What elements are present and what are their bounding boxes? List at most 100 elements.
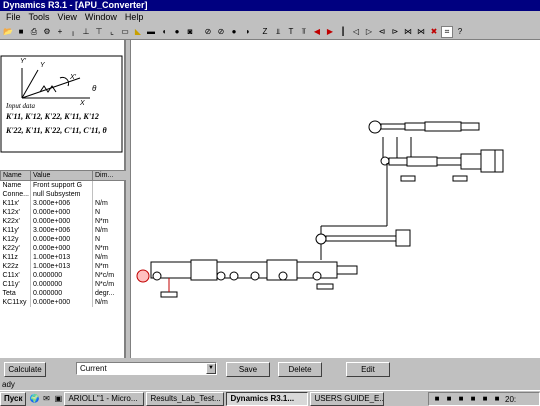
property-row[interactable]: C11y' 0.000000 N*c/m bbox=[0, 280, 127, 289]
property-value[interactable]: 3.000e+006 bbox=[30, 199, 93, 208]
lower-disk-3 bbox=[250, 271, 260, 281]
gear-icon[interactable]: ● bbox=[171, 26, 183, 38]
beam-icon[interactable]: ◣ bbox=[132, 26, 144, 38]
middle-block bbox=[395, 229, 411, 247]
task-results[interactable]: Results_Lab_Test... bbox=[146, 391, 225, 406]
property-row[interactable]: Teta 0.000000 degr... bbox=[0, 289, 127, 298]
property-value[interactable]: 0.000000 bbox=[30, 289, 93, 298]
task-dynamics[interactable]: Dynamics R3.1... bbox=[226, 391, 309, 406]
delete-button[interactable]: Delete bbox=[278, 362, 322, 377]
tee-down-icon[interactable]: ⊤ bbox=[93, 26, 105, 38]
chevron-down-icon[interactable]: ▼ bbox=[206, 363, 216, 374]
tee-icon[interactable]: T bbox=[285, 26, 297, 38]
property-row[interactable]: K11x' 3.000e+006 N/m bbox=[0, 199, 127, 208]
property-row[interactable]: K11z 1.000e+013 N/m bbox=[0, 253, 127, 262]
disk-icon[interactable]: ◖ bbox=[158, 26, 170, 38]
help-icon[interactable]: ? bbox=[454, 26, 466, 38]
merge-left-icon[interactable]: ⊲ bbox=[376, 26, 388, 38]
bars-icon[interactable]: ┃ bbox=[337, 26, 349, 38]
spring-z-icon[interactable]: Z bbox=[259, 26, 271, 38]
tray-icon-1[interactable]: ■ bbox=[431, 393, 443, 405]
pin-icon[interactable]: ⫪ bbox=[298, 26, 310, 38]
property-value[interactable]: 0.000e+000 bbox=[30, 235, 93, 244]
circle-slash-icon[interactable]: ⊘ bbox=[215, 26, 227, 38]
property-value[interactable]: 0.000e+000 bbox=[30, 244, 93, 253]
split-icon[interactable]: ⋈ bbox=[402, 26, 414, 38]
filled-circle-icon[interactable]: ● bbox=[228, 26, 240, 38]
tray-icon-6[interactable]: ■ bbox=[491, 393, 503, 405]
header-dim[interactable]: Dim... bbox=[92, 170, 127, 181]
property-value[interactable]: Front support G bbox=[30, 180, 93, 190]
nav-left-icon[interactable]: ◁ bbox=[350, 26, 362, 38]
tray-icon-2[interactable]: ■ bbox=[443, 393, 455, 405]
rectangle-icon[interactable]: ▭ bbox=[119, 26, 131, 38]
mail-icon[interactable]: ✉ bbox=[40, 393, 52, 405]
property-row[interactable]: KC11xy 0.000e+000 N/m bbox=[0, 298, 127, 307]
calculate-button[interactable]: Calculate bbox=[4, 362, 46, 377]
property-value[interactable]: 0.000e+000 bbox=[30, 298, 93, 307]
property-value[interactable]: 0.000000 bbox=[30, 271, 93, 280]
delete-icon[interactable]: ✖ bbox=[428, 26, 440, 38]
diagram-canvas[interactable] bbox=[130, 40, 540, 358]
property-value[interactable]: 0.000000 bbox=[30, 280, 93, 289]
property-dim: N*m bbox=[92, 244, 127, 253]
grid-toggle-icon[interactable]: ⌗ bbox=[441, 25, 453, 38]
line-icon[interactable]: ╷ bbox=[67, 26, 79, 38]
settings-icon[interactable]: ⚙ bbox=[41, 26, 53, 38]
menu-help[interactable]: Help bbox=[121, 11, 148, 24]
property-row[interactable]: C11x' 0.000000 N*c/m bbox=[0, 271, 127, 280]
arrow-right-icon[interactable]: ▶ bbox=[324, 26, 336, 38]
block-icon[interactable]: ▬ bbox=[145, 26, 157, 38]
property-dim: N/m bbox=[92, 298, 127, 307]
property-row[interactable]: K12x' 0.000e+000 N bbox=[0, 208, 127, 217]
header-name[interactable]: Name bbox=[0, 170, 31, 181]
menu-tools[interactable]: Tools bbox=[25, 11, 54, 24]
edit-button[interactable]: Edit bbox=[346, 362, 390, 377]
tee-up-icon[interactable]: ⊥ bbox=[80, 26, 92, 38]
selected-support-marker[interactable] bbox=[136, 269, 150, 283]
property-name: K11y' bbox=[0, 226, 31, 235]
property-value[interactable]: 0.000e+000 bbox=[30, 217, 93, 226]
header-value[interactable]: Value bbox=[30, 170, 93, 181]
property-row[interactable]: Name Front support G bbox=[0, 180, 127, 190]
explorer-icon[interactable]: 🌍 bbox=[28, 393, 40, 405]
arrow-left-icon[interactable]: ◀ bbox=[311, 26, 323, 38]
desktop-icon[interactable]: ▣ bbox=[52, 393, 64, 405]
mode-combo[interactable]: Current ▼ bbox=[76, 362, 217, 375]
save-icon[interactable]: ■ bbox=[15, 26, 27, 38]
save-button[interactable]: Save bbox=[226, 362, 270, 377]
open-icon[interactable]: 📂 bbox=[2, 26, 14, 38]
property-value[interactable]: 0.000e+000 bbox=[30, 208, 93, 217]
property-value[interactable]: null Subsystem bbox=[30, 190, 93, 199]
property-value[interactable]: 1.000e+013 bbox=[30, 262, 93, 271]
null-icon[interactable]: ⊘ bbox=[202, 26, 214, 38]
half-circle-icon[interactable]: ◑ bbox=[241, 26, 253, 38]
join-icon[interactable]: ⋈ bbox=[415, 26, 427, 38]
property-row[interactable]: K12y 0.000e+000 N bbox=[0, 235, 127, 244]
tray-icon-4[interactable]: ■ bbox=[467, 393, 479, 405]
menu-window[interactable]: Window bbox=[81, 11, 121, 24]
task-users-guide[interactable]: USERS GUIDE_E... bbox=[310, 391, 385, 406]
tray-icon-3[interactable]: ■ bbox=[455, 393, 467, 405]
print-icon[interactable]: ⎙ bbox=[28, 26, 40, 38]
property-row[interactable]: K22z 1.000e+013 N*m bbox=[0, 262, 127, 271]
property-value[interactable]: 3.000e+006 bbox=[30, 226, 93, 235]
bracket-icon[interactable]: ⌞ bbox=[106, 26, 118, 38]
merge-right-icon[interactable]: ⊳ bbox=[389, 26, 401, 38]
nav-right-icon[interactable]: ▷ bbox=[363, 26, 375, 38]
property-value[interactable]: 1.000e+013 bbox=[30, 253, 93, 262]
tray-icon-5[interactable]: ■ bbox=[479, 393, 491, 405]
property-row[interactable]: K11y' 3.000e+006 N/m bbox=[0, 226, 127, 235]
mode-combo-value: Current bbox=[80, 364, 107, 373]
task-ariol[interactable]: ARIOLL"1 - Micro... bbox=[64, 391, 145, 406]
menu-file[interactable]: File bbox=[2, 11, 25, 24]
upper-shaft-segment-1 bbox=[380, 123, 406, 130]
menu-view[interactable]: View bbox=[54, 11, 81, 24]
shaft-icon[interactable]: ◙ bbox=[184, 26, 196, 38]
property-row[interactable]: K22y' 0.000e+000 N*m bbox=[0, 244, 127, 253]
property-row[interactable]: Conne... null Subsystem bbox=[0, 190, 127, 199]
property-row[interactable]: K22x' 0.000e+000 N*m bbox=[0, 217, 127, 226]
plus-icon[interactable]: + bbox=[54, 26, 66, 38]
spring-x-icon[interactable]: ⫫ bbox=[272, 26, 284, 38]
start-button[interactable]: Пуск bbox=[0, 391, 27, 406]
